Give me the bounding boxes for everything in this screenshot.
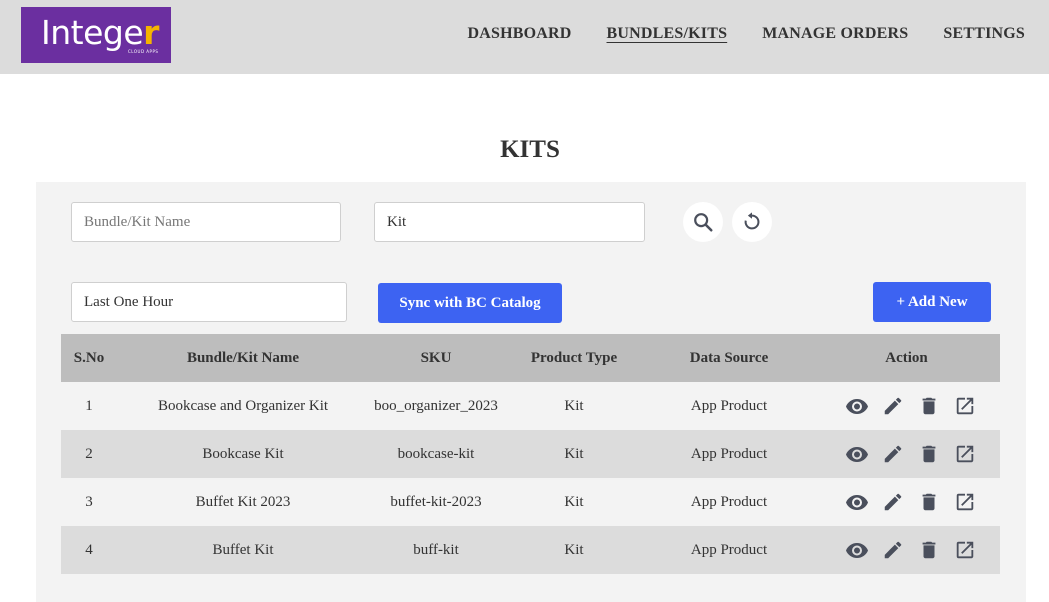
cell-name: Bookcase Kit <box>202 445 284 462</box>
open-external-icon[interactable] <box>953 538 977 562</box>
cell-product-type: Kit <box>564 445 584 462</box>
nav-dashboard[interactable]: DASHBOARD <box>467 24 571 44</box>
table-row: 4 Buffet Kit buff-kit Kit App Product <box>61 526 1000 574</box>
logo-subtitle: CLOUD APPS <box>128 49 159 54</box>
header-action: Action <box>885 349 928 366</box>
header-name: Bundle/Kit Name <box>186 349 300 366</box>
cell-product-type: Kit <box>564 493 584 510</box>
table-row: 3 Buffet Kit 2023 buffet-kit-2023 Kit Ap… <box>61 478 1000 526</box>
top-header: Integer CLOUD APPS DASHBOARD BUNDLES/KIT… <box>0 0 1049 74</box>
view-icon[interactable] <box>845 538 869 562</box>
cell-sno: 4 <box>85 541 93 558</box>
table-header: S.No Bundle/Kit Name SKU Product Type Da… <box>61 334 1000 382</box>
edit-icon[interactable] <box>881 538 905 562</box>
nav-settings[interactable]: SETTINGS <box>943 24 1025 44</box>
header-sno: S.No <box>73 349 105 366</box>
cell-sno: 1 <box>85 397 93 414</box>
cell-product-type: Kit <box>564 397 584 414</box>
cell-name: Buffet Kit <box>212 541 274 558</box>
integer-logo[interactable]: Integer CLOUD APPS <box>21 7 171 63</box>
page-title: KITS <box>500 136 560 163</box>
cell-name: Buffet Kit 2023 <box>195 493 291 510</box>
edit-icon[interactable] <box>881 442 905 466</box>
logo-wordmark: Integer <box>41 13 159 52</box>
cell-data-source: App Product <box>690 541 768 558</box>
cell-sku: buffet-kit-2023 <box>390 493 482 510</box>
delete-icon[interactable] <box>917 538 941 562</box>
header-product-type: Product Type <box>530 349 618 366</box>
open-external-icon[interactable] <box>953 442 977 466</box>
header-sku: SKU <box>420 349 452 366</box>
cell-product-type: Kit <box>564 541 584 558</box>
nav-bundles-kits[interactable]: BUNDLES/KITS <box>607 24 728 44</box>
time-range-input[interactable]: Last One Hour <box>71 282 347 322</box>
open-external-icon[interactable] <box>953 490 977 514</box>
cell-sku: buff-kit <box>413 541 459 558</box>
open-external-icon[interactable] <box>953 394 977 418</box>
view-icon[interactable] <box>845 442 869 466</box>
cell-data-source: App Product <box>690 493 768 510</box>
cell-sno: 3 <box>85 493 93 510</box>
sync-bc-catalog-button[interactable]: Sync with BC Catalog <box>378 283 562 323</box>
add-new-button[interactable]: + Add New <box>873 282 991 322</box>
kits-table: S.No Bundle/Kit Name SKU Product Type Da… <box>61 334 1000 574</box>
edit-icon[interactable] <box>881 394 905 418</box>
search-button[interactable] <box>683 202 723 242</box>
cell-sku: boo_organizer_2023 <box>374 397 498 414</box>
view-icon[interactable] <box>845 394 869 418</box>
cell-sno: 2 <box>85 445 93 462</box>
edit-icon[interactable] <box>881 490 905 514</box>
nav-manage-orders[interactable]: MANAGE ORDERS <box>762 24 908 44</box>
table-body: 1 Bookcase and Organizer Kit boo_organiz… <box>61 382 1000 574</box>
cell-name: Bookcase and Organizer Kit <box>157 397 329 414</box>
search-icon <box>694 213 713 232</box>
delete-icon[interactable] <box>917 490 941 514</box>
cell-data-source: App Product <box>690 397 768 414</box>
table-row: 1 Bookcase and Organizer Kit boo_organiz… <box>61 382 1000 430</box>
header-data-source: Data Source <box>689 349 769 366</box>
table-row: 2 Bookcase Kit bookcase-kit Kit App Prod… <box>61 430 1000 478</box>
cell-actions <box>813 394 1000 418</box>
bundle-kit-name-input[interactable]: Bundle/Kit Name <box>71 202 341 242</box>
reset-icon <box>744 212 760 230</box>
view-icon[interactable] <box>845 490 869 514</box>
cell-data-source: App Product <box>690 445 768 462</box>
cell-actions <box>813 490 1000 514</box>
delete-icon[interactable] <box>917 394 941 418</box>
cell-actions <box>813 538 1000 562</box>
product-type-input[interactable]: Kit <box>374 202 645 242</box>
delete-icon[interactable] <box>917 442 941 466</box>
cell-sku: bookcase-kit <box>397 445 475 462</box>
cell-actions <box>813 442 1000 466</box>
main-nav: DASHBOARD BUNDLES/KITS MANAGE ORDERS SET… <box>432 24 1025 44</box>
reset-button[interactable] <box>732 202 772 242</box>
